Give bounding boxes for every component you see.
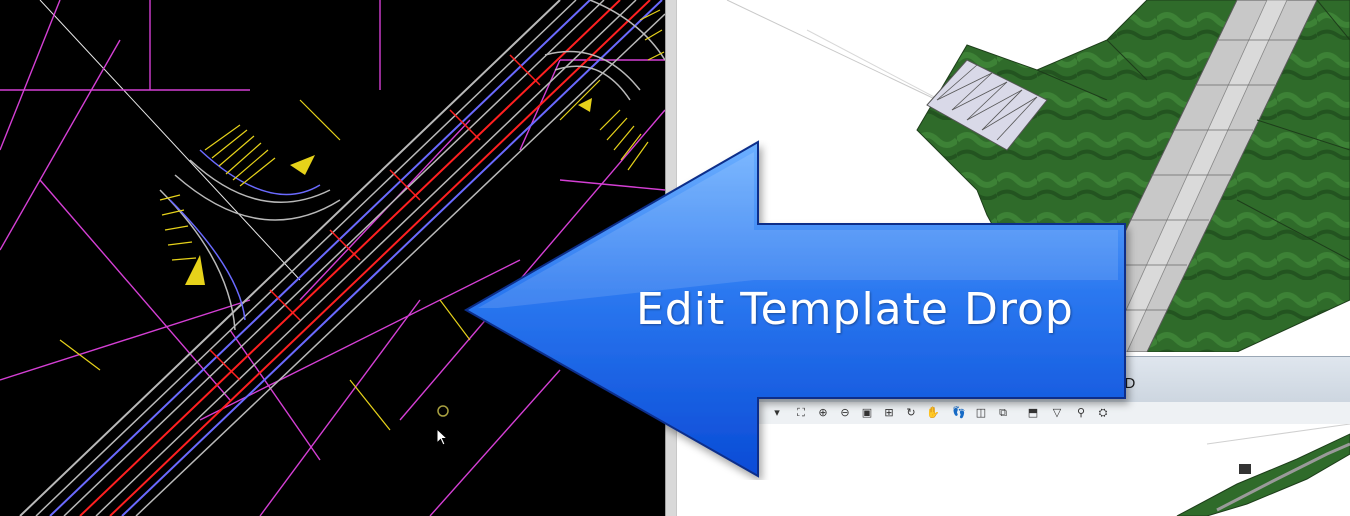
callout-label: Edit Template Drop bbox=[636, 284, 1074, 335]
mouse-cursor-icon bbox=[436, 428, 449, 446]
